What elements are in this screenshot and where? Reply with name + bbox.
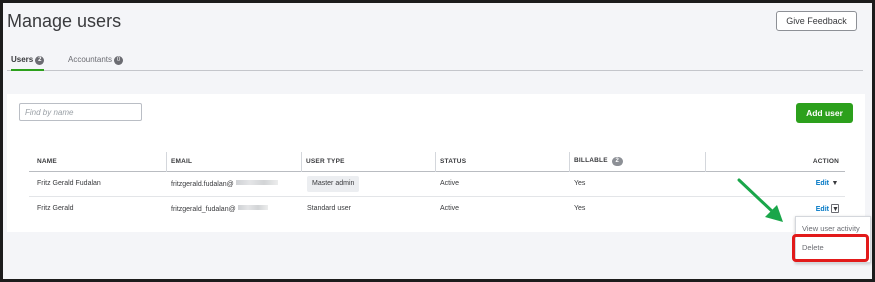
edit-link[interactable]: Edit (816, 206, 829, 213)
column-header-billable[interactable]: BILLABLE 2 (574, 157, 623, 166)
column-header-user-type[interactable]: USER TYPE (306, 158, 345, 165)
column-header-name[interactable]: NAME (37, 158, 57, 165)
row-actions: Edit ▼ (816, 179, 839, 188)
email-text: fritzgerald_fudalan@ (171, 206, 236, 213)
user-name: Fritz Gerald (37, 205, 74, 212)
user-email: fritzgerald_fudalan@ (171, 205, 268, 213)
table-row: Fritz Gerald fritzgerald_fudalan@ Standa… (29, 197, 845, 222)
search-input[interactable] (19, 103, 142, 121)
column-divider (435, 152, 436, 172)
caret-down-icon[interactable]: ▼ (831, 179, 839, 188)
tab-label: Users (11, 55, 34, 64)
user-billable: Yes (574, 180, 586, 187)
action-dropdown-menu: View user activity Delete (795, 216, 871, 263)
caret-down-icon[interactable]: ▼ (831, 204, 839, 213)
billable-count-badge: 2 (611, 157, 623, 166)
user-type-badge: Master admin (307, 176, 360, 192)
column-divider (569, 152, 570, 172)
tab-accountants[interactable]: Accountants 0 (68, 55, 124, 71)
arrow-icon (737, 178, 783, 222)
billable-label: BILLABLE (574, 157, 608, 164)
user-email: fritzgerald.fudalan@ (171, 180, 278, 188)
tab-label: Accountants (68, 55, 113, 64)
user-status: Active (440, 180, 460, 187)
page-title: Manage users (7, 11, 122, 31)
menu-item-view-user-activity[interactable]: View user activity (802, 224, 860, 233)
redacted-email (237, 205, 268, 210)
tab-bar: Users 2 Accountants 0 (7, 50, 863, 71)
email-text: fritzgerald.fudalan@ (171, 181, 234, 188)
menu-item-delete[interactable]: Delete (802, 243, 824, 252)
redacted-email (235, 180, 278, 185)
user-name: Fritz Gerald Fudalan (37, 180, 101, 187)
user-type: Standard user (307, 205, 351, 212)
column-divider (301, 152, 302, 172)
row-actions: Edit ▼ (816, 204, 839, 213)
user-status: Active (440, 205, 460, 212)
column-header-status[interactable]: STATUS (440, 158, 466, 165)
column-header-email[interactable]: EMAIL (171, 158, 192, 165)
count-badge: 2 (35, 56, 45, 65)
give-feedback-button[interactable]: Give Feedback (776, 11, 857, 31)
column-header-action: ACTION (812, 158, 839, 165)
count-badge: 0 (114, 56, 124, 65)
table-header: NAME EMAIL USER TYPE STATUS BILLABLE 2 AC… (29, 152, 845, 172)
edit-link[interactable]: Edit (816, 180, 829, 187)
table-row: Fritz Gerald Fudalan fritzgerald.fudalan… (29, 172, 845, 197)
column-divider (166, 152, 167, 172)
add-user-button[interactable]: Add user (796, 103, 853, 123)
app-window: Manage users Give Feedback Users 2 Accoun… (0, 0, 875, 282)
user-billable: Yes (574, 205, 586, 212)
users-table: NAME EMAIL USER TYPE STATUS BILLABLE 2 AC… (29, 152, 845, 222)
tab-users[interactable]: Users 2 (11, 55, 45, 71)
column-divider (705, 152, 706, 172)
